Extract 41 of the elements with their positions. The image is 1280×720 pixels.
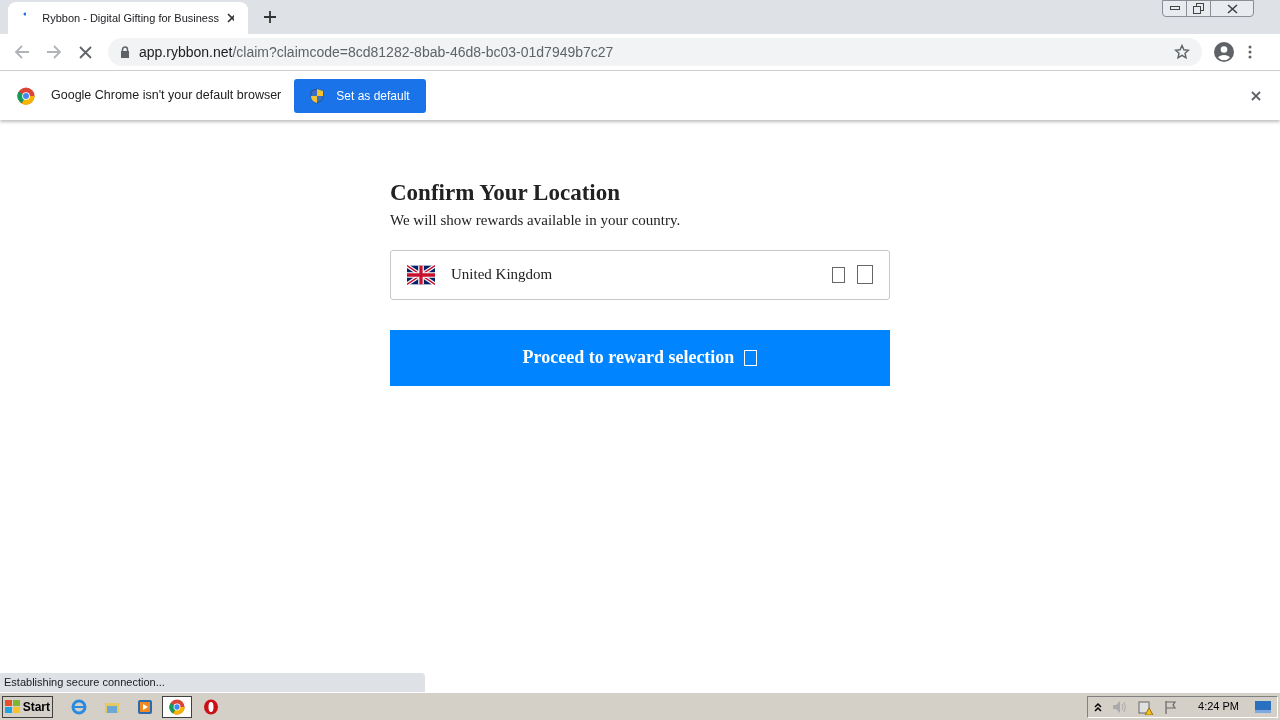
status-bubble: Establishing secure connection... — [0, 673, 425, 692]
clock: 4:24 PM — [1198, 699, 1239, 715]
media-player-icon[interactable] — [137, 698, 153, 715]
opera-icon[interactable] — [203, 698, 219, 715]
close-icon — [1226, 3, 1238, 14]
country-select[interactable]: United Kingdom — [390, 249, 890, 300]
chevron-up-icon[interactable] — [1094, 701, 1103, 712]
chrome-logo-icon — [169, 698, 185, 715]
start-button[interactable]: Start — [2, 695, 53, 718]
missing-glyph-icon — [832, 266, 845, 283]
close-icon[interactable] — [226, 13, 234, 23]
new-tab-icon[interactable] — [263, 10, 277, 24]
star-icon[interactable] — [1174, 44, 1190, 60]
missing-glyph-icon — [857, 265, 873, 284]
tab-title: Rybbon - Digital Gifting for Business — [42, 10, 219, 26]
flag-icon — [407, 264, 435, 285]
chrome-logo-icon — [17, 86, 35, 105]
account-icon[interactable] — [1214, 42, 1234, 62]
set-default-button[interactable]: Set as default — [294, 78, 426, 113]
network-warning-icon[interactable] — [1138, 698, 1155, 715]
shield-icon — [310, 87, 325, 104]
minimize-icon — [1169, 6, 1180, 11]
restore-icon — [1193, 3, 1204, 14]
url-text: app.rybbon.net/claim?claimcode=8cd81282-8bab-46d8-bc03-01d7949b7c27 — [139, 42, 614, 62]
windows-logo-icon — [5, 699, 21, 714]
stop-icon[interactable] — [79, 45, 92, 59]
infobar-message: Google Chrome isn't your default browser — [51, 87, 282, 105]
browser-tab[interactable]: Rybbon - Digital Gifting for Business — [8, 2, 248, 34]
address-bar[interactable]: app.rybbon.net/claim?claimcode=8cd81282-8bab-46d8-bc03-01d7949b7c27 — [108, 38, 1202, 66]
menu-icon[interactable] — [1248, 45, 1252, 59]
missing-glyph-icon — [744, 349, 758, 366]
page-subtitle: We will show rewards available in your country. — [390, 211, 682, 230]
close-icon[interactable] — [1251, 90, 1261, 101]
lock-icon — [120, 46, 130, 58]
chrome-taskbar-button[interactable] — [162, 695, 192, 718]
country-name: United Kingdom — [451, 265, 553, 285]
loading-icon — [22, 11, 27, 17]
flag-icon[interactable] — [1164, 699, 1179, 714]
show-desktop-icon[interactable] — [1255, 700, 1271, 713]
page-heading: Confirm Your Location — [390, 179, 621, 207]
proceed-button[interactable]: Proceed to reward selection — [390, 329, 890, 386]
